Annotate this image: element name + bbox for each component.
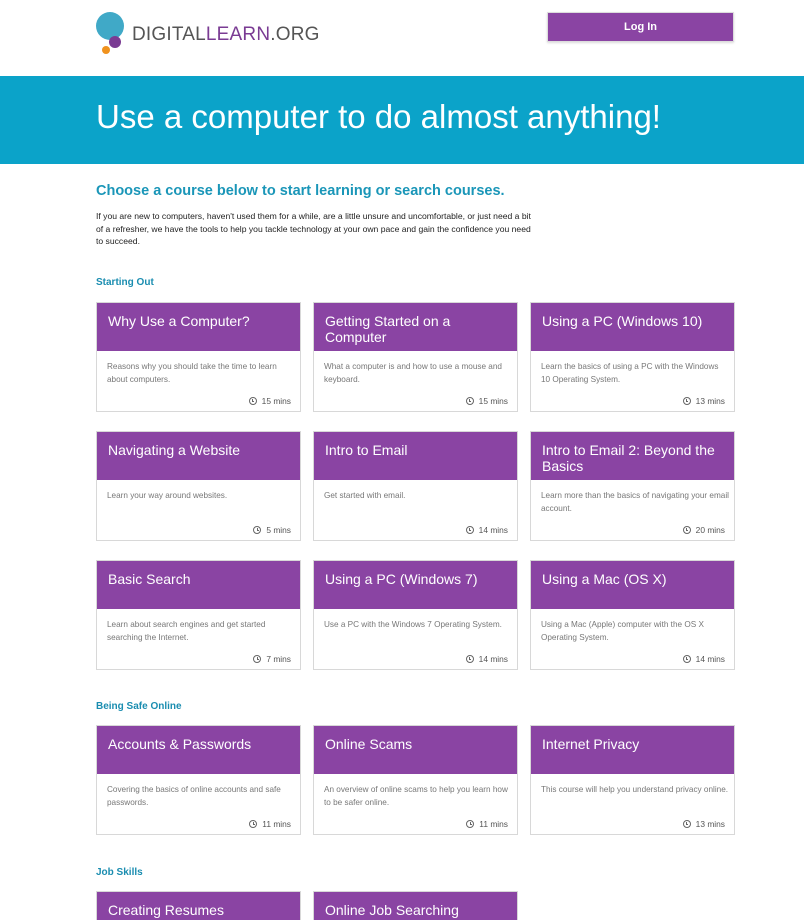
clock-icon (249, 820, 258, 828)
course-card[interactable]: Basic Search Learn about search engines … (96, 560, 301, 670)
site-logo[interactable]: DIGITALLEARN.ORG (96, 12, 320, 56)
course-title: Navigating a Website (97, 432, 300, 480)
intro-text: If you are new to computers, haven't use… (96, 211, 531, 246)
course-title: Accounts & Passwords (97, 726, 300, 774)
clock-icon (682, 655, 691, 663)
course-card[interactable]: Intro to Email Get started with email. 1… (313, 431, 518, 541)
course-description: Covering the basics of online accounts a… (107, 785, 281, 807)
course-duration: 20 mins (682, 525, 725, 535)
course-description: What a computer is and how to use a mous… (324, 362, 502, 384)
course-description: Learn your way around websites. (107, 491, 228, 500)
course-description: Get started with email. (324, 491, 406, 500)
course-title: Internet Privacy (531, 726, 734, 774)
course-card[interactable]: Online Job Searching (313, 891, 518, 920)
course-duration: 15 mins (465, 396, 508, 406)
course-duration: 14 mins (682, 654, 725, 664)
course-title: Using a PC (Windows 10) (531, 303, 734, 351)
hero-banner: Use a computer to do almost anything! (0, 76, 804, 164)
clock-icon (253, 655, 262, 663)
course-card[interactable]: Internet Privacy This course will help y… (530, 725, 735, 835)
login-button[interactable]: Log In (547, 12, 734, 42)
course-title: Why Use a Computer? (97, 303, 300, 351)
course-title: Getting Started on a Computer (314, 303, 517, 351)
course-duration: 13 mins (682, 819, 725, 829)
clock-icon (466, 820, 475, 828)
logo-text: DIGITALLEARN.ORG (132, 24, 320, 45)
course-description: Learn about search engines and get start… (107, 620, 266, 642)
course-title: Online Scams (314, 726, 517, 774)
clock-icon (465, 526, 474, 534)
course-description: Learn the basics of using a PC with the … (541, 362, 719, 384)
course-duration: 7 mins (253, 654, 291, 664)
course-title: Using a PC (Windows 7) (314, 561, 517, 609)
banner-title: Use a computer to do almost anything! (96, 98, 661, 135)
course-card[interactable]: Creating Resumes (96, 891, 301, 920)
course-card[interactable]: Accounts & Passwords Covering the basics… (96, 725, 301, 835)
course-title: Intro to Email (314, 432, 517, 480)
intro-heading: Choose a course below to start learning … (96, 183, 505, 199)
logo-mark-icon (96, 12, 130, 56)
course-title: Intro to Email 2: Beyond the Basics (531, 432, 734, 480)
course-description: An overview of online scams to help you … (324, 785, 508, 807)
course-title: Creating Resumes (97, 892, 300, 920)
course-duration: 13 mins (682, 396, 725, 406)
clock-icon (682, 397, 691, 405)
course-duration: 11 mins (249, 819, 291, 829)
course-duration: 14 mins (465, 654, 508, 664)
course-duration: 11 mins (466, 819, 508, 829)
section-title-starting-out: Starting Out (96, 277, 154, 288)
clock-icon (465, 397, 474, 405)
course-title: Basic Search (97, 561, 300, 609)
section-title-being-safe-online: Being Safe Online (96, 701, 182, 712)
course-duration: 15 mins (248, 396, 291, 406)
clock-icon (682, 820, 691, 828)
course-card[interactable]: Intro to Email 2: Beyond the Basics Lear… (530, 431, 735, 541)
clock-icon (682, 526, 691, 534)
course-card[interactable]: Using a PC (Windows 10) Learn the basics… (530, 302, 735, 412)
course-description: This course will help you understand pri… (541, 785, 729, 794)
course-duration: 5 mins (253, 525, 291, 535)
clock-icon (465, 655, 474, 663)
site-header: DIGITALLEARN.ORG Log In (0, 0, 804, 76)
course-card[interactable]: Using a Mac (OS X) Using a Mac (Apple) c… (530, 560, 735, 670)
course-card[interactable]: Online Scams An overview of online scams… (313, 725, 518, 835)
course-title: Using a Mac (OS X) (531, 561, 734, 609)
course-card[interactable]: Navigating a Website Learn your way arou… (96, 431, 301, 541)
course-title: Online Job Searching (314, 892, 517, 920)
course-description: Using a Mac (Apple) computer with the OS… (541, 620, 704, 642)
course-card[interactable]: Using a PC (Windows 7) Use a PC with the… (313, 560, 518, 670)
course-description: Reasons why you should take the time to … (107, 362, 277, 384)
clock-icon (248, 397, 257, 405)
course-description: Use a PC with the Windows 7 Operating Sy… (324, 620, 502, 629)
clock-icon (253, 526, 262, 534)
section-title-job-skills: Job Skills (96, 867, 143, 878)
course-card[interactable]: Why Use a Computer? Reasons why you shou… (96, 302, 301, 412)
course-card[interactable]: Getting Started on a Computer What a com… (313, 302, 518, 412)
course-duration: 14 mins (465, 525, 508, 535)
course-description: Learn more than the basics of navigating… (541, 491, 729, 513)
